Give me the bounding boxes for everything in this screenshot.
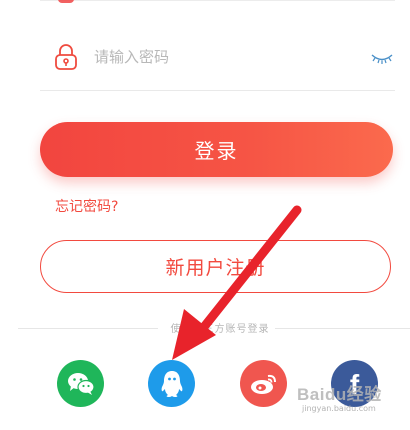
password-input[interactable]: [94, 42, 344, 72]
eye-closed-icon[interactable]: [370, 52, 394, 66]
wechat-login-button[interactable]: [57, 360, 104, 407]
wechat-icon: [67, 372, 95, 395]
third-party-label: 使用第三方账号登录: [170, 324, 270, 335]
qq-icon: [161, 370, 182, 397]
baidu-jingyan-watermark: Baidu经验: [297, 385, 382, 404]
username-field-divider: [40, 0, 395, 1]
divider-right: [275, 328, 410, 329]
weibo-login-button[interactable]: [240, 360, 287, 407]
register-button[interactable]: 新用户注册: [40, 240, 391, 293]
qq-login-button[interactable]: [148, 360, 195, 407]
password-field[interactable]: [40, 32, 395, 82]
user-icon: [58, 0, 74, 3]
divider-left: [18, 328, 158, 329]
watermark-url: jingyan.baidu.com: [302, 404, 376, 413]
password-divider: [40, 90, 395, 91]
lock-icon: [55, 44, 77, 70]
forgot-password-link[interactable]: 忘记密码?: [55, 196, 118, 216]
weibo-icon: [250, 374, 276, 394]
login-button[interactable]: 登录: [40, 122, 393, 177]
